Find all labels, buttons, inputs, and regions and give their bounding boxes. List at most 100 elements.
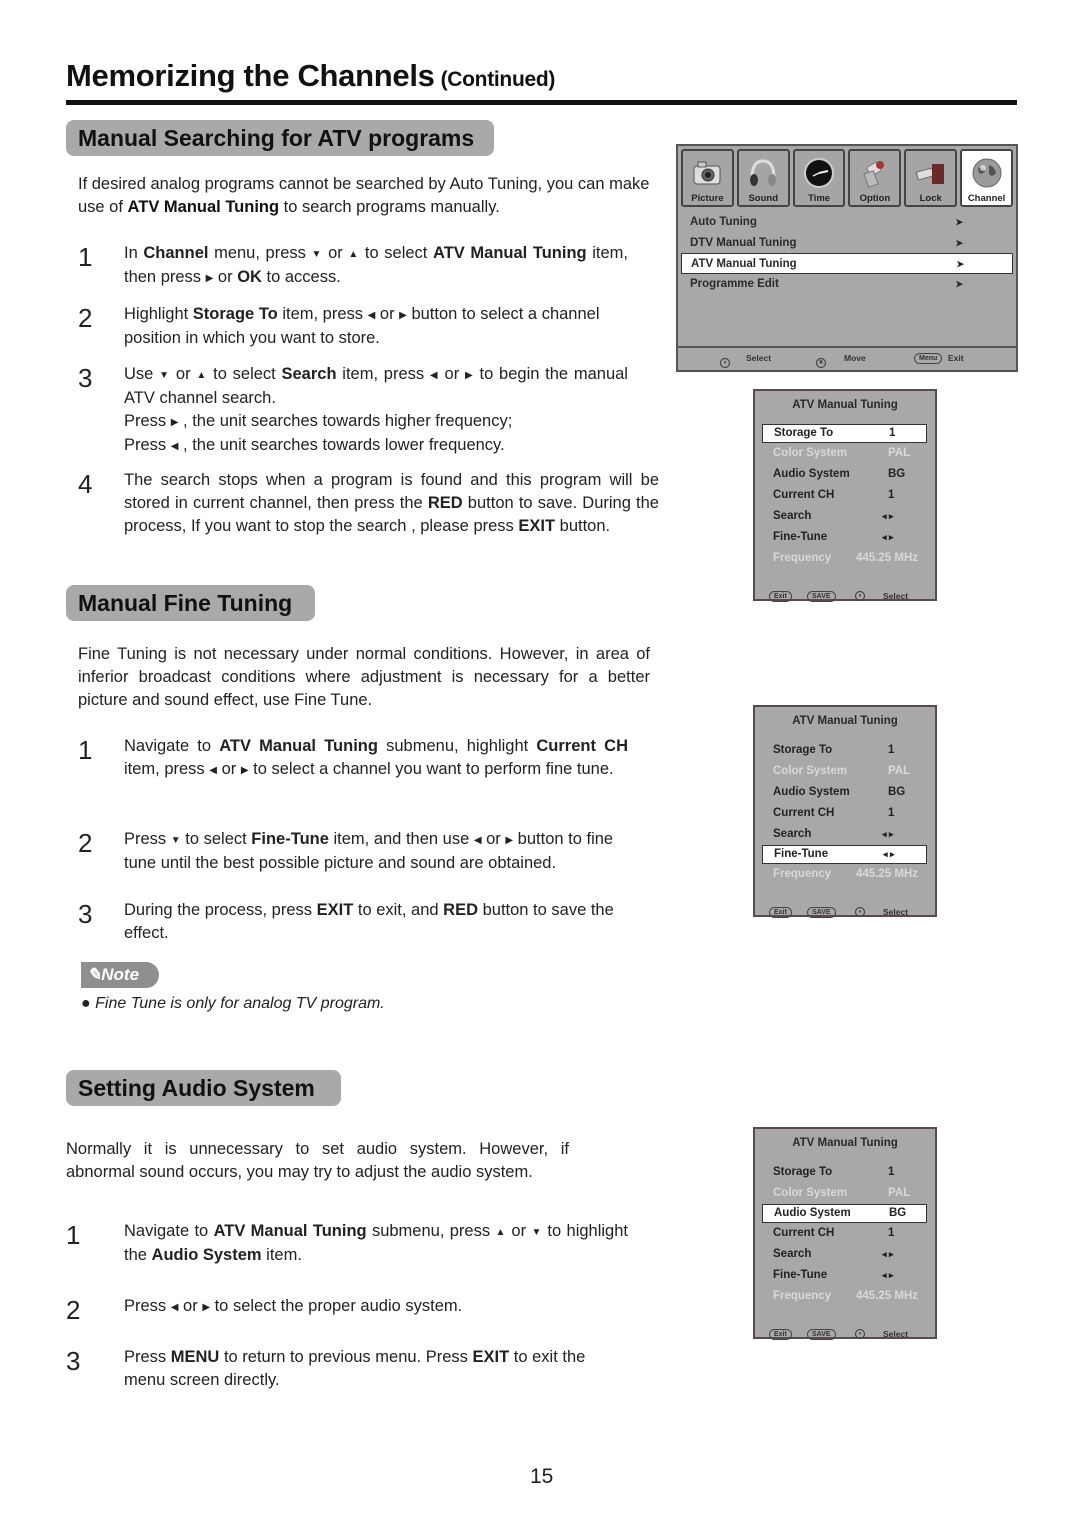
atv-row-audio-system[interactable]: Audio System BG [762, 464, 927, 485]
atv-row-current-ch[interactable]: Current CH 1 [762, 485, 927, 506]
osd-item-auto-tuning[interactable]: Auto Tuning ➤ [681, 212, 1013, 233]
row-label: Fine-Tune [773, 1269, 828, 1281]
right-arrow-icon: ▶ [505, 835, 514, 846]
atv-row-current-ch[interactable]: Current CH 1 [762, 1223, 927, 1244]
text-run: to select a channel you want to perform … [248, 760, 614, 778]
row-label: Frequency [773, 1290, 832, 1302]
bold-term: EXIT [472, 1348, 510, 1366]
text-run: to return to previous menu. Press [219, 1348, 473, 1366]
fine-tuning-step-1: 1 Navigate to ATV Manual Tuning submenu,… [78, 735, 628, 782]
manual-search-step-4: 4 The search stops when a program is fou… [78, 469, 659, 538]
continued-label: (Continued) [440, 68, 556, 91]
step-number: 4 [78, 469, 93, 499]
text-run: to select [359, 244, 434, 262]
atv-row-storage-to[interactable]: Storage To 1 [762, 424, 927, 443]
atv-panel-title: ATV Manual Tuning [792, 1137, 898, 1149]
down-arrow-icon: ▼ [311, 249, 323, 260]
row-label: Audio System [773, 468, 850, 480]
text-run: Press [124, 412, 171, 430]
exit-key-icon: Exit [769, 907, 792, 918]
text-run: or [216, 760, 241, 778]
atv-row-storage-to[interactable]: Storage To 1 [762, 740, 927, 761]
right-arrow-icon: ▶ [399, 310, 407, 321]
osd-tab-channel[interactable]: Channel [960, 149, 1013, 207]
step-text: Press MENU to return to previous menu. P… [124, 1346, 628, 1392]
atv-row-fine-tune[interactable]: Fine-Tune ◂ ▸ [762, 527, 927, 548]
osd-item-programme-edit[interactable]: Programme Edit ➤ [681, 274, 1013, 295]
text-run: menu, press [208, 244, 312, 262]
step-number: 2 [78, 303, 93, 333]
osd-tab-time[interactable]: Time [792, 149, 846, 207]
left-arrow-icon: ◀ [209, 765, 217, 776]
step-number: 2 [78, 828, 93, 858]
text-run: or [506, 1222, 532, 1240]
row-label: Audio System [774, 1207, 851, 1219]
page-title-text: Memorizing the Channels [66, 58, 435, 93]
atv-row-audio-system[interactable]: Audio System BG [762, 782, 927, 803]
row-value: ◂ ▸ [883, 849, 895, 859]
text-run: or [481, 830, 506, 848]
atv-row-frequency: Frequency 445.25 MHz [762, 548, 927, 569]
tab-label: Option [859, 193, 891, 204]
row-value: ◂ ▸ [882, 829, 894, 839]
bold-term: Search [281, 365, 337, 383]
text-run: Press [124, 830, 171, 848]
row-value: PAL [888, 765, 911, 777]
text-run: to select the proper audio system. [210, 1297, 463, 1315]
text-run: submenu, press [366, 1222, 496, 1240]
fine-tuning-intro: Fine Tuning is not necessary under norma… [78, 645, 650, 709]
audio-system-step-3: 3 Press MENU to return to previous menu.… [66, 1346, 628, 1392]
audio-system-step-2: 2 Press ◀ or ▶ to select the proper audi… [66, 1295, 628, 1325]
osd-menu-list: Auto Tuning ➤ DTV Manual Tuning ➤ ATV Manu… [681, 212, 1013, 294]
bullet-icon: ● [81, 995, 91, 1012]
bold-term: RED [443, 901, 479, 919]
row-label: Current CH [773, 1227, 835, 1239]
row-label: Audio System [773, 786, 850, 798]
atv-panel-finetune: ATV Manual Tuning Storage To 1 Color System… [753, 705, 937, 918]
row-value: 445.25 MHz [856, 868, 919, 880]
atv-row-storage-to[interactable]: Storage To 1 [762, 1162, 927, 1183]
step-number: 2 [66, 1295, 81, 1325]
text-run: item, press [124, 760, 210, 778]
atv-row-search[interactable]: Search ◂ ▸ [762, 824, 927, 845]
section-heading-manual-search: Manual Searching for ATV programs [66, 120, 494, 156]
atv-row-fine-tune[interactable]: Fine-Tune ◂ ▸ [762, 1265, 927, 1286]
hint-select: Select [883, 907, 909, 917]
note-bullet-text: Fine Tune is only for analog TV program. [95, 995, 385, 1012]
osd-item-atv-manual-tuning[interactable]: ATV Manual Tuning ➤ [681, 253, 1013, 274]
hint-move: Move [844, 353, 866, 363]
osd-tab-option[interactable]: Option [848, 149, 902, 207]
atv-rows: Storage To 1 Color System PAL Audio System BG… [762, 424, 927, 569]
step-text: Navigate to ATV Manual Tuning submenu, h… [124, 735, 628, 782]
atv-row-search[interactable]: Search ◂ ▸ [762, 1244, 927, 1265]
text-run: Press [124, 1297, 171, 1315]
text-run: Use [124, 365, 160, 383]
osd-tab-picture[interactable]: Picture [681, 149, 734, 207]
save-key-icon: SAVE [807, 907, 836, 918]
row-value: PAL [888, 447, 911, 459]
atv-panel-title: ATV Manual Tuning [792, 399, 898, 411]
text-run: During the process, press [124, 901, 317, 919]
right-arrow-icon: ▶ [202, 1302, 211, 1313]
osd-tab-lock[interactable]: Lock [904, 149, 958, 207]
text-run: Navigate to [124, 737, 220, 755]
row-value: 1 [888, 489, 895, 501]
atv-row-fine-tune[interactable]: Fine-Tune ◂ ▸ [762, 845, 927, 864]
note-bullet: ● Fine Tune is only for analog TV progra… [81, 995, 385, 1013]
osd-item-dtv-manual-tuning[interactable]: DTV Manual Tuning ➤ [681, 233, 1013, 254]
text-run: to select [207, 365, 282, 383]
bold-term: Audio System [151, 1246, 262, 1264]
atv-row-current-ch[interactable]: Current CH 1 [762, 803, 927, 824]
step-text: The search stops when a program is found… [124, 469, 659, 538]
right-arrow-icon: ▶ [240, 765, 249, 776]
exit-key-icon: Exit [769, 1329, 792, 1340]
atv-panel-storage: ATV Manual Tuning Storage To 1 Color System… [753, 389, 937, 602]
row-value: ◂ ▸ [882, 532, 894, 542]
osd-tab-sound[interactable]: Sound [736, 149, 790, 207]
atv-row-search[interactable]: Search ◂ ▸ [762, 506, 927, 527]
atv-panel-title: ATV Manual Tuning [792, 715, 898, 727]
row-label: Color System [773, 1187, 848, 1199]
text-run: or [178, 1297, 203, 1315]
atv-row-audio-system[interactable]: Audio System BG [762, 1204, 927, 1223]
step-text: In Channel menu, press ▼ or ▲ to select … [124, 242, 628, 290]
